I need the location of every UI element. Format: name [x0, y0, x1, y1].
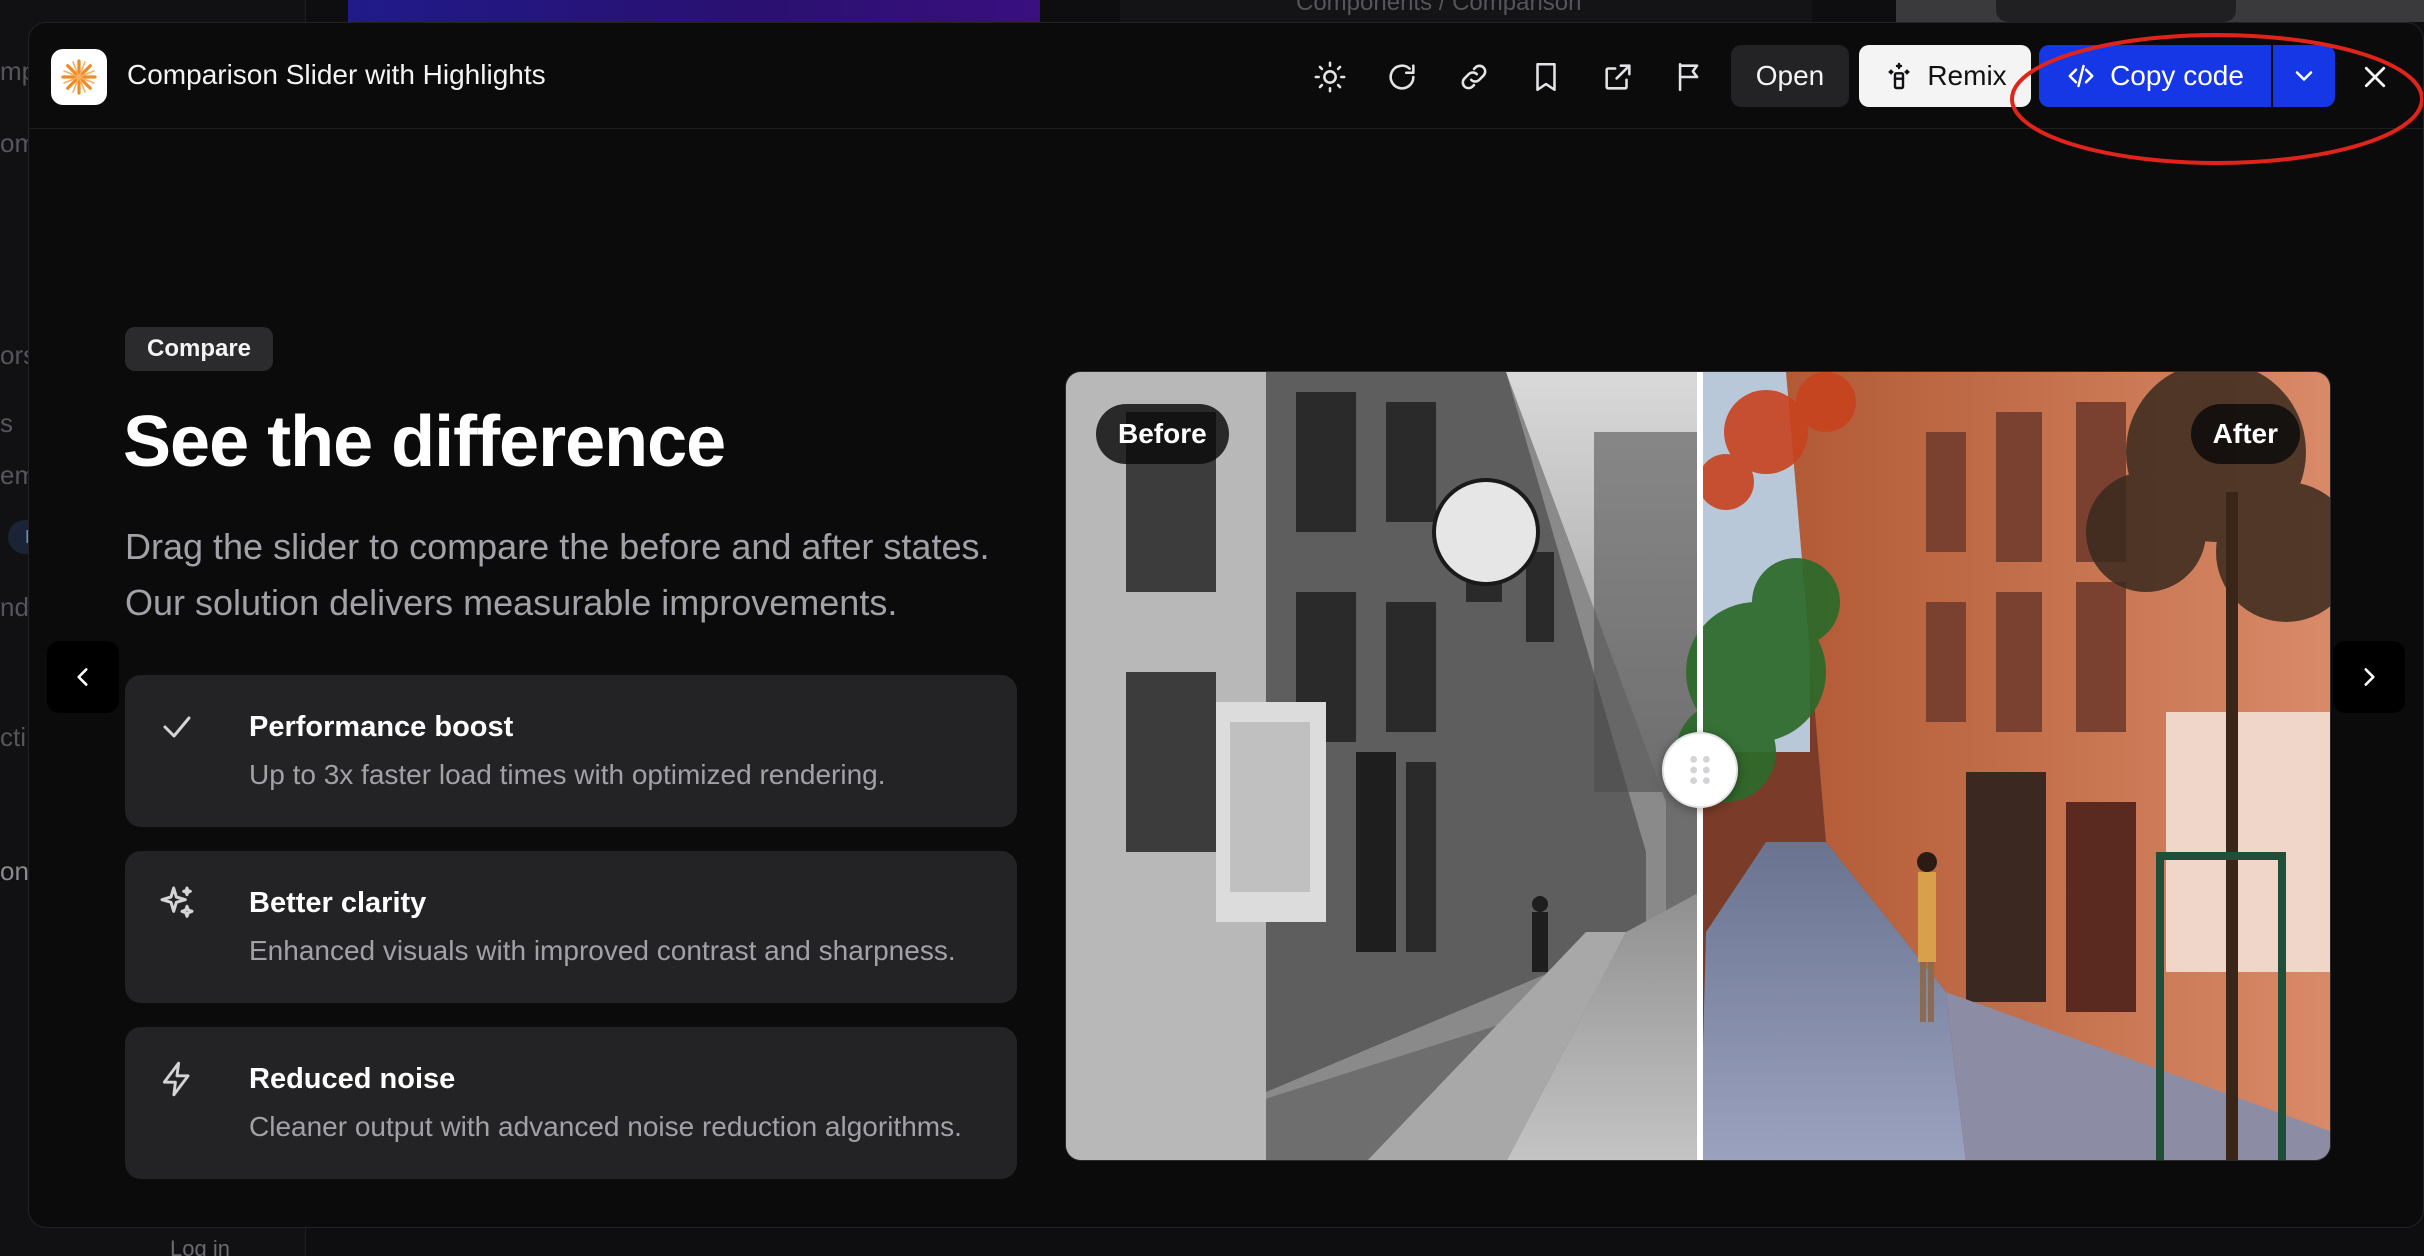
feature-title: Reduced noise [249, 1063, 456, 1095]
lead-paragraph: Drag the slider to compare the before an… [125, 519, 1045, 631]
asterisk-logo-icon [61, 59, 97, 95]
modal-header: Comparison Slider with Highlights Open R… [29, 23, 2423, 165]
lead-line: Our solution delivers measurable improve… [125, 582, 898, 623]
sidebar-fragment: on [0, 856, 29, 886]
remix-label: Remix [1927, 60, 2007, 91]
external-link-icon[interactable] [1598, 57, 1638, 97]
comparison-slider[interactable]: Before After [1065, 371, 2331, 1161]
after-image [1676, 372, 2330, 1160]
before-label: Before [1096, 404, 1229, 464]
refresh-icon[interactable] [1382, 57, 1422, 97]
link-icon[interactable] [1454, 57, 1494, 97]
background-pill [1996, 0, 2236, 22]
slider-handle[interactable] [1662, 732, 1738, 808]
drag-handle-icon [1690, 755, 1710, 785]
sidebar-fragment: nd [0, 592, 29, 622]
feature-description: Up to 3x faster load times with optimize… [249, 759, 886, 790]
sparkles-icon [155, 881, 199, 925]
sidebar-fragment: s [0, 408, 13, 438]
feature-card-performance: Performance boost Up to 3x faster load t… [125, 675, 1017, 827]
copy-options-dropdown[interactable] [2273, 45, 2335, 107]
copy-code-label: Copy code [2110, 60, 2244, 91]
magic-wand-icon [1888, 62, 1910, 90]
feature-description: Enhanced visuals with improved contrast … [249, 935, 956, 966]
background-breadcrumb-text: Components / Comparison [1296, 0, 1582, 16]
previous-slide-button[interactable] [47, 641, 119, 713]
component-logo [51, 49, 107, 105]
before-image [1066, 372, 1700, 1160]
bookmark-icon[interactable] [1526, 57, 1566, 97]
feature-title: Better clarity [249, 887, 427, 919]
sun-icon[interactable] [1310, 57, 1350, 97]
next-slide-button[interactable] [2333, 641, 2405, 713]
modal-title: Comparison Slider with Highlights [127, 59, 546, 90]
background-image-strip [348, 0, 1040, 22]
code-icon [2068, 64, 2094, 88]
section-tag: Compare [125, 327, 274, 371]
chevron-down-icon [2295, 71, 2313, 81]
page-title: See the difference [123, 402, 726, 482]
feature-card-noise: Reduced noise Cleaner output with advanc… [125, 1027, 1017, 1179]
lead-line: Drag the slider to compare the before an… [125, 526, 990, 567]
chevron-left-icon [77, 668, 88, 686]
chevron-right-icon [2364, 668, 2375, 686]
open-button[interactable]: Open [1731, 45, 1849, 107]
close-icon [2364, 66, 2386, 88]
login-link[interactable]: Log in [170, 1236, 230, 1256]
background-breadcrumb: Components / Comparison [1120, 0, 1812, 22]
sidebar-fragment: cti [0, 722, 26, 752]
feature-card-clarity: Better clarity Enhanced visuals with imp… [125, 851, 1017, 1003]
close-button[interactable] [2353, 55, 2397, 99]
feature-title: Performance boost [249, 711, 514, 743]
flag-icon[interactable] [1670, 57, 1710, 97]
check-icon [155, 705, 199, 749]
bolt-icon [155, 1057, 199, 1101]
copy-code-button[interactable]: Copy code [2039, 45, 2271, 107]
feature-description: Cleaner output with advanced noise reduc… [249, 1111, 962, 1142]
after-label: After [2190, 404, 2300, 464]
remix-button[interactable]: Remix [1859, 45, 2031, 107]
preview-modal: Comparison Slider with Highlights Open R… [28, 22, 2424, 1228]
